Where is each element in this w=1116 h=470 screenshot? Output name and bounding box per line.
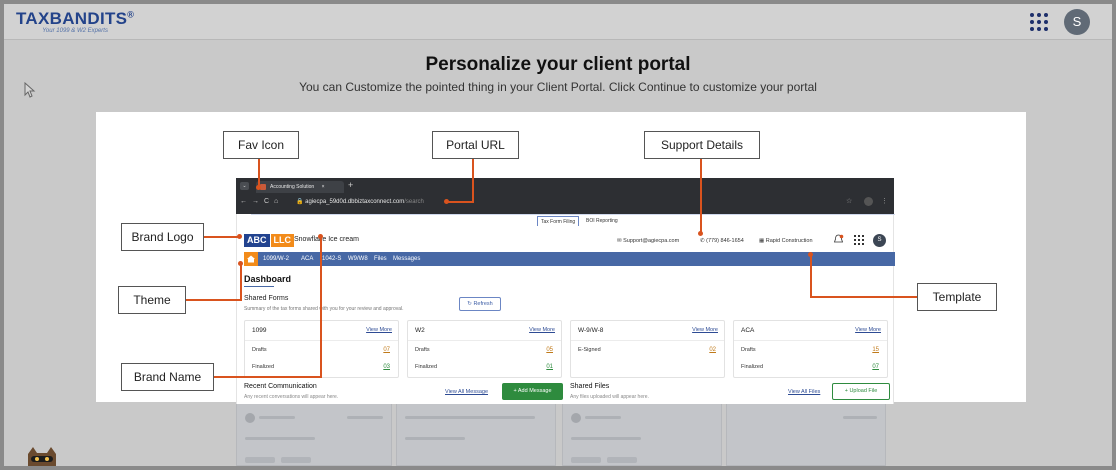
connector-dot bbox=[237, 234, 242, 239]
user-avatar[interactable]: S bbox=[1064, 9, 1090, 35]
menu-dots-icon: ⋮ bbox=[881, 198, 888, 205]
upload-file-button: + Upload File bbox=[832, 383, 890, 400]
portal-preview: Tax Form Filing BOI Reporting ABC LLC Sn… bbox=[236, 214, 895, 404]
connector-line bbox=[472, 158, 474, 202]
menu-item: 1042-S bbox=[322, 256, 342, 262]
bell-icon bbox=[833, 234, 844, 243]
connector-dot bbox=[238, 261, 243, 266]
connector-line bbox=[810, 296, 918, 298]
dashboard-title: Dashboard bbox=[244, 274, 292, 284]
tab-tax-form-filing: Tax Form Filing bbox=[537, 216, 580, 226]
connector-line bbox=[186, 299, 242, 301]
view-all-files-link: View All Files bbox=[788, 389, 821, 395]
connector-line bbox=[240, 264, 242, 301]
portal-menu-bar: 1099/W-2 ACA 1042-S W9/W8 Files Messages bbox=[244, 252, 895, 266]
placeholder-card bbox=[562, 402, 722, 466]
profile-icon bbox=[864, 197, 873, 206]
connector-dot bbox=[256, 185, 261, 190]
browser-tab: Accounting Solution × bbox=[256, 181, 344, 193]
callout-brand-name: Brand Name bbox=[121, 363, 214, 391]
shared-files-title: Shared Files bbox=[570, 383, 610, 390]
browser-chrome: ⌄ Accounting Solution × + ←→C⌂ 🔒 agiecpa… bbox=[236, 178, 894, 214]
support-phone: ✆ (779) 846-1654 bbox=[700, 238, 744, 244]
connector-line bbox=[446, 201, 474, 203]
refresh-icon: ↻ bbox=[467, 301, 472, 307]
company-name: ▦ Rapid Construction bbox=[759, 238, 813, 244]
connector-line bbox=[204, 236, 240, 238]
brand-name: Snowflake Ice cream bbox=[294, 236, 359, 243]
home-icon bbox=[244, 252, 258, 266]
connector-dot bbox=[318, 234, 323, 239]
connector-dot bbox=[698, 231, 703, 236]
tab-dropdown-icon: ⌄ bbox=[240, 182, 249, 190]
placeholder-card bbox=[396, 402, 556, 466]
callout-support-details: Support Details bbox=[644, 131, 760, 159]
connector-line bbox=[810, 254, 812, 298]
menu-item: W9/W8 bbox=[348, 256, 368, 262]
menu-item: 1099/W-2 bbox=[263, 256, 289, 262]
view-all-message-link: View All Message bbox=[445, 389, 489, 395]
menu-item: Files bbox=[374, 256, 387, 262]
page-subtitle: You can Customize the pointed thing in y… bbox=[299, 80, 817, 94]
form-card-aca: ACA View More Drafts 15 Finalized 07 bbox=[733, 320, 888, 378]
callout-template: Template bbox=[917, 283, 997, 311]
portal-avatar: S bbox=[873, 234, 886, 247]
add-message-button: + Add Message bbox=[502, 383, 563, 400]
callout-brand-logo: Brand Logo bbox=[121, 223, 204, 251]
connector-line bbox=[320, 237, 322, 378]
callout-portal-url: Portal URL bbox=[432, 131, 519, 159]
support-email: ✉ Support@agiecpa.com bbox=[617, 238, 680, 244]
top-bar: TAXBANDITS® Your 1099 & W2 Experts S bbox=[4, 4, 1112, 40]
bookmark-star-icon: ☆ bbox=[846, 198, 853, 205]
menu-item: Messages bbox=[393, 256, 421, 262]
apps-grid-icon[interactable] bbox=[1029, 12, 1049, 32]
taxbandits-logo[interactable]: TAXBANDITS® Your 1099 & W2 Experts bbox=[16, 9, 134, 34]
tab-boi-reporting: BOI Reporting bbox=[586, 218, 618, 224]
connector-line bbox=[258, 158, 260, 188]
app-frame: TAXBANDITS® Your 1099 & W2 Experts S Per… bbox=[4, 4, 1112, 466]
connector-dot bbox=[808, 252, 813, 257]
recent-communication-title: Recent Communication bbox=[244, 383, 317, 390]
recent-communication-subtitle: Any recent conversations will appear her… bbox=[244, 394, 339, 400]
form-card-w9-w8: W-9/W-8 View More E-Signed 02 bbox=[570, 320, 725, 378]
tab-close-icon: × bbox=[321, 184, 325, 190]
shared-files-subtitle: Any files uploaded will appear here. bbox=[570, 394, 649, 400]
refresh-button: ↻ Refresh bbox=[459, 297, 501, 311]
placeholder-card bbox=[726, 402, 886, 466]
mascot-icon bbox=[28, 447, 56, 466]
portal-apps-icon bbox=[854, 235, 864, 245]
connector-line bbox=[700, 158, 702, 234]
shared-forms-title: Shared Forms bbox=[244, 295, 289, 302]
connector-line bbox=[214, 376, 322, 378]
page-title: Personalize your client portal bbox=[425, 54, 691, 75]
brand-logo: ABC LLC bbox=[244, 234, 294, 247]
browser-nav-icons: ←→C⌂ bbox=[240, 198, 284, 205]
callout-theme: Theme bbox=[118, 286, 186, 314]
callout-fav-icon: Fav Icon bbox=[223, 131, 299, 159]
tab-title: Accounting Solution bbox=[270, 184, 315, 190]
connector-dot bbox=[444, 199, 449, 204]
shared-forms-subtitle: Summary of the tax forms shared with you… bbox=[244, 306, 404, 312]
menu-item: ACA bbox=[301, 256, 314, 262]
new-tab-icon: + bbox=[348, 180, 354, 190]
form-card-w2: W2 View More Drafts 05 Finalized 01 bbox=[407, 320, 562, 378]
placeholder-card bbox=[236, 402, 392, 466]
address-bar: 🔒 agiecpa_59d0d.dbbiztaxconnect.com/sear… bbox=[296, 199, 424, 205]
logo-text: TAXBANDITS® bbox=[16, 9, 135, 28]
